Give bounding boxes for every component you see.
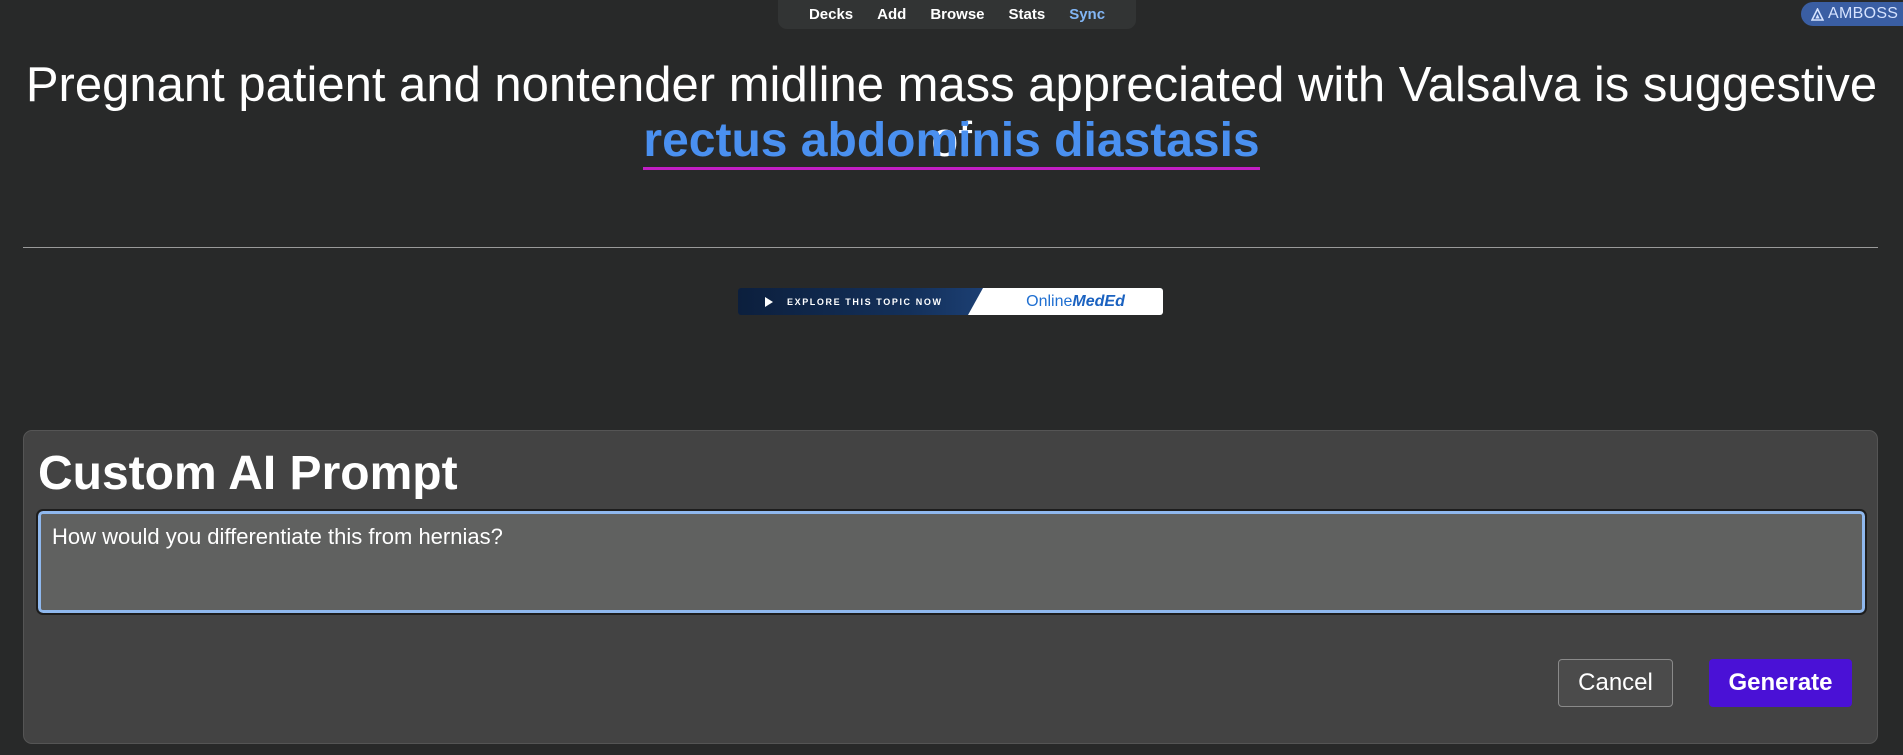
- cancel-button[interactable]: Cancel: [1558, 659, 1673, 707]
- brand-suffix: MedEd: [1072, 292, 1125, 310]
- onlinemeded-logo: OnlineMedEd: [1026, 293, 1125, 311]
- card-answer-wrapper: rectus abdominis diastasis: [0, 113, 1903, 170]
- custom-prompt-panel: Custom AI Prompt How would you different…: [23, 430, 1878, 744]
- banner-cta-section: EXPLORE THIS TOPIC NOW: [738, 288, 983, 315]
- answer-divider: [23, 247, 1878, 248]
- nav-browse[interactable]: Browse: [918, 6, 996, 23]
- nav-decks[interactable]: Decks: [797, 6, 865, 23]
- brand-prefix: Online: [1026, 292, 1073, 310]
- panel-title: Custom AI Prompt: [38, 447, 458, 500]
- generate-button[interactable]: Generate: [1709, 659, 1852, 707]
- top-nav: Decks Add Browse Stats Sync: [778, 0, 1136, 29]
- amboss-badge[interactable]: AMBOSS: [1801, 2, 1903, 26]
- prompt-input[interactable]: How would you differentiate this from he…: [36, 509, 1867, 615]
- amboss-label: AMBOSS: [1828, 5, 1899, 22]
- nav-add[interactable]: Add: [865, 6, 918, 23]
- onlinemeded-banner[interactable]: EXPLORE THIS TOPIC NOW OnlineMedEd: [738, 288, 1163, 315]
- play-icon: [765, 296, 773, 307]
- banner-brand-section: OnlineMedEd: [968, 288, 1163, 315]
- nav-sync[interactable]: Sync: [1057, 6, 1117, 23]
- amboss-triangle-icon: [1811, 7, 1824, 21]
- card-answer[interactable]: rectus abdominis diastasis: [643, 115, 1260, 170]
- banner-cta-label: EXPLORE THIS TOPIC NOW: [787, 296, 943, 307]
- nav-stats[interactable]: Stats: [997, 6, 1058, 23]
